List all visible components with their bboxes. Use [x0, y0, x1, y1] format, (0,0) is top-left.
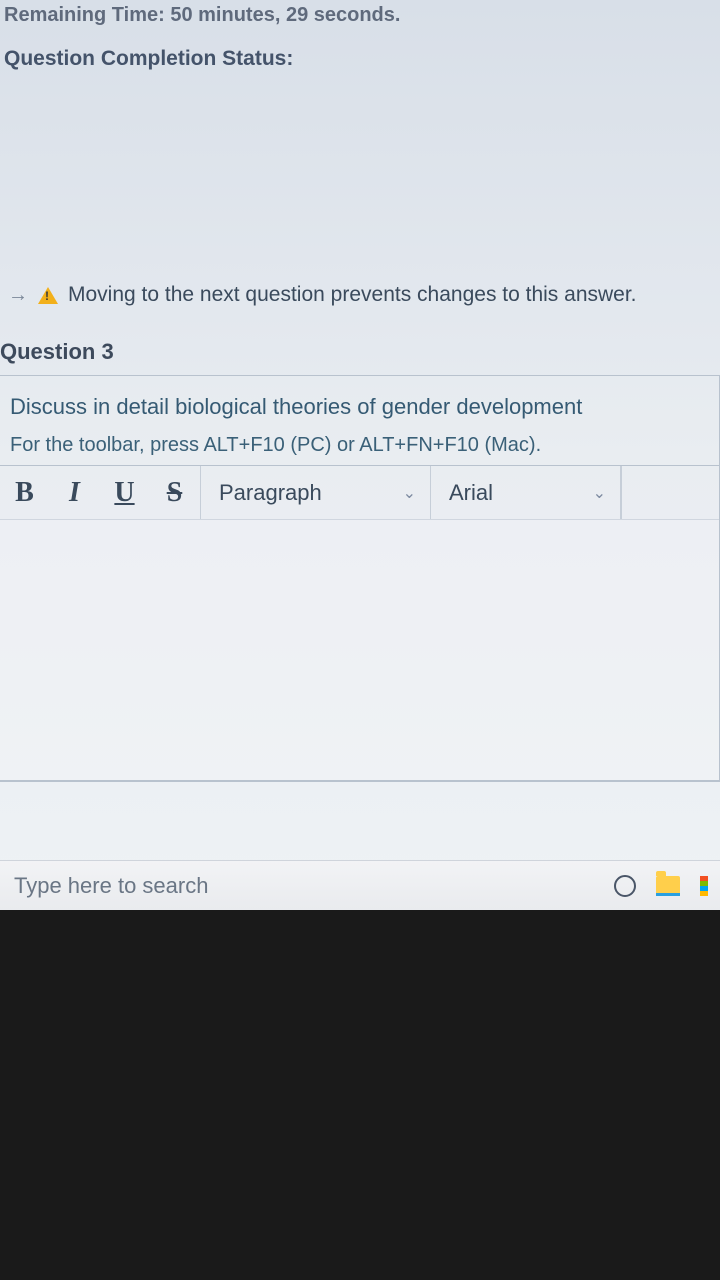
editor-textarea[interactable]: [0, 520, 719, 780]
windows-taskbar: Type here to search: [0, 860, 720, 910]
italic-button[interactable]: I: [50, 466, 100, 519]
font-family-select[interactable]: Arial ⌄: [431, 466, 621, 519]
bold-button[interactable]: B: [0, 466, 50, 519]
editor-toolbar: B I U S Paragraph ⌄ Arial ⌄: [0, 466, 719, 520]
question-box: Discuss in detail biological theories of…: [0, 375, 720, 782]
question-number-label: Question 3: [0, 313, 720, 375]
completion-status-label: Question Completion Status:: [0, 35, 720, 71]
warning-icon: [38, 287, 58, 304]
arrow-right-icon[interactable]: →: [8, 284, 28, 307]
toolbar-extra[interactable]: [621, 466, 671, 519]
chevron-down-icon: ⌄: [403, 483, 416, 503]
warning-row: → Moving to the next question prevents c…: [0, 281, 720, 313]
strikethrough-button[interactable]: S: [150, 466, 200, 519]
remaining-time-label: Remaining Time: 50 minutes, 29 seconds.: [0, 4, 400, 26]
toolbar-hint: For the toolbar, press ALT+F10 (PC) or A…: [10, 434, 707, 465]
microsoft-store-icon[interactable]: [700, 876, 708, 896]
warning-text: Moving to the next question prevents cha…: [68, 283, 637, 307]
file-explorer-icon[interactable]: [656, 876, 680, 896]
taskbar-search[interactable]: Type here to search: [14, 873, 594, 899]
block-format-select[interactable]: Paragraph ⌄: [201, 466, 431, 519]
question-prompt: Discuss in detail biological theories of…: [10, 394, 707, 434]
block-format-value: Paragraph: [219, 480, 322, 506]
underline-button[interactable]: U: [100, 466, 150, 519]
cortana-icon[interactable]: [614, 875, 636, 897]
timer-row: Remaining Time: 50 minutes, 29 seconds.: [0, 0, 720, 35]
rich-text-editor: B I U S Paragraph ⌄ Arial ⌄: [0, 465, 719, 781]
font-family-value: Arial: [449, 480, 493, 506]
chevron-down-icon: ⌄: [593, 483, 606, 503]
